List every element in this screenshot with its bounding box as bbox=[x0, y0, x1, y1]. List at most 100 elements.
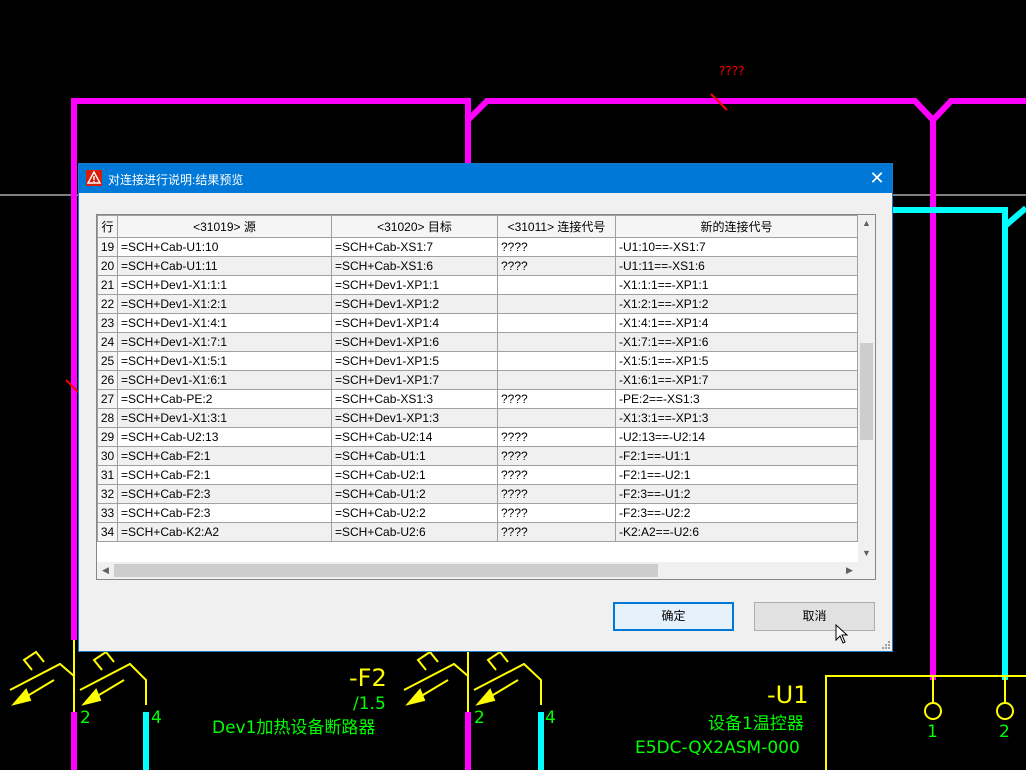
connection-code-cell[interactable] bbox=[497, 294, 616, 314]
target-cell[interactable]: =SCH+Cab-U2:2 bbox=[331, 503, 498, 523]
table-row[interactable]: 28 =SCH+Dev1-X1:3:1 =SCH+Dev1-XP1:3 -X1:3:1… bbox=[97, 408, 858, 428]
new-connection-code-cell[interactable]: -X1:3:1==-XP1:3 bbox=[615, 408, 858, 428]
row-number-cell[interactable]: 25 bbox=[97, 351, 118, 371]
connection-code-cell[interactable]: ???? bbox=[497, 237, 616, 257]
connection-code-cell[interactable]: ???? bbox=[497, 465, 616, 485]
row-number-cell[interactable]: 23 bbox=[97, 313, 118, 333]
table-row[interactable]: 22 =SCH+Dev1-X1:2:1 =SCH+Dev1-XP1:2 -X1:2:1… bbox=[97, 294, 858, 314]
vertical-scrollbar[interactable]: ▲ ▼ bbox=[858, 215, 875, 562]
row-number-cell[interactable]: 29 bbox=[97, 427, 118, 447]
resize-grip-icon[interactable] bbox=[880, 639, 890, 649]
row-number-cell[interactable]: 22 bbox=[97, 294, 118, 314]
connection-code-cell[interactable] bbox=[497, 351, 616, 371]
table-row[interactable]: 32 =SCH+Cab-F2:3 =SCH+Cab-U1:2???? -F2:3==-… bbox=[97, 484, 858, 504]
connection-code-cell[interactable] bbox=[497, 313, 616, 333]
row-number-cell[interactable]: 30 bbox=[97, 446, 118, 466]
source-cell[interactable]: =SCH+Cab-F2:3 bbox=[117, 503, 332, 523]
u1-terminal-2[interactable] bbox=[996, 702, 1014, 720]
source-cell[interactable]: =SCH+Cab-K2:A2 bbox=[117, 522, 332, 542]
col-header-new-connection-code[interactable]: 新的连接代号 bbox=[615, 215, 858, 238]
row-number-cell[interactable]: 20 bbox=[97, 256, 118, 276]
table-row[interactable]: 34 =SCH+Cab-K2:A2 =SCH+Cab-U2:6???? -K2:A2=… bbox=[97, 522, 858, 542]
close-button[interactable]: ✕ bbox=[862, 164, 892, 193]
col-header-target[interactable]: <31020> 目标 bbox=[331, 215, 498, 238]
source-cell[interactable]: =SCH+Cab-U1:11 bbox=[117, 256, 332, 276]
u1-terminal-1[interactable] bbox=[924, 702, 942, 720]
source-cell[interactable]: =SCH+Cab-F2:1 bbox=[117, 465, 332, 485]
row-number-cell[interactable]: 24 bbox=[97, 332, 118, 352]
new-connection-code-cell[interactable]: -U2:13==-U2:14 bbox=[615, 427, 858, 447]
vertical-scroll-thumb[interactable] bbox=[860, 343, 873, 440]
row-number-cell[interactable]: 19 bbox=[97, 237, 118, 257]
table-row[interactable]: 21 =SCH+Dev1-X1:1:1 =SCH+Dev1-XP1:1 -X1:1:1… bbox=[97, 275, 858, 295]
connection-code-cell[interactable]: ???? bbox=[497, 256, 616, 276]
horizontal-scroll-thumb[interactable] bbox=[114, 564, 658, 577]
row-number-cell[interactable]: 34 bbox=[97, 522, 118, 542]
target-cell[interactable]: =SCH+Cab-U2:6 bbox=[331, 522, 498, 542]
target-cell[interactable]: =SCH+Dev1-XP1:6 bbox=[331, 332, 498, 352]
source-cell[interactable]: =SCH+Dev1-X1:1:1 bbox=[117, 275, 332, 295]
source-cell[interactable]: =SCH+Dev1-X1:3:1 bbox=[117, 408, 332, 428]
connection-code-cell[interactable]: ???? bbox=[497, 522, 616, 542]
source-cell[interactable]: =SCH+Cab-PE:2 bbox=[117, 389, 332, 409]
row-number-cell[interactable]: 28 bbox=[97, 408, 118, 428]
target-cell[interactable]: =SCH+Dev1-XP1:5 bbox=[331, 351, 498, 371]
source-cell[interactable]: =SCH+Cab-U2:13 bbox=[117, 427, 332, 447]
target-cell[interactable]: =SCH+Cab-XS1:7 bbox=[331, 237, 498, 257]
table-row[interactable]: 29 =SCH+Cab-U2:13 =SCH+Cab-U2:14???? -U2:13… bbox=[97, 427, 858, 447]
target-cell[interactable]: =SCH+Dev1-XP1:3 bbox=[331, 408, 498, 428]
cancel-button[interactable]: 取消 bbox=[754, 602, 875, 631]
new-connection-code-cell[interactable]: -U1:11==-XS1:6 bbox=[615, 256, 858, 276]
new-connection-code-cell[interactable]: -X1:1:1==-XP1:1 bbox=[615, 275, 858, 295]
connection-code-cell[interactable]: ???? bbox=[497, 503, 616, 523]
target-cell[interactable]: =SCH+Cab-U2:1 bbox=[331, 465, 498, 485]
new-connection-code-cell[interactable]: -PE:2==-XS1:3 bbox=[615, 389, 858, 409]
col-header-connection-code[interactable]: <31011> 连接代号 bbox=[497, 215, 616, 238]
scroll-right-arrow-icon[interactable]: ▶ bbox=[841, 562, 858, 579]
source-cell[interactable]: =SCH+Dev1-X1:5:1 bbox=[117, 351, 332, 371]
target-cell[interactable]: =SCH+Cab-U1:1 bbox=[331, 446, 498, 466]
connection-code-cell[interactable] bbox=[497, 275, 616, 295]
scroll-left-arrow-icon[interactable]: ◀ bbox=[97, 562, 114, 579]
new-connection-code-cell[interactable]: -F2:1==-U2:1 bbox=[615, 465, 858, 485]
source-cell[interactable]: =SCH+Cab-F2:3 bbox=[117, 484, 332, 504]
target-cell[interactable]: =SCH+Cab-XS1:3 bbox=[331, 389, 498, 409]
row-number-cell[interactable]: 26 bbox=[97, 370, 118, 390]
new-connection-code-cell[interactable]: -K2:A2==-U2:6 bbox=[615, 522, 858, 542]
table-row[interactable]: 24 =SCH+Dev1-X1:7:1 =SCH+Dev1-XP1:6 -X1:7:1… bbox=[97, 332, 858, 352]
table-row[interactable]: 26 =SCH+Dev1-X1:6:1 =SCH+Dev1-XP1:7 -X1:6:1… bbox=[97, 370, 858, 390]
row-number-cell[interactable]: 21 bbox=[97, 275, 118, 295]
table-row[interactable]: 23 =SCH+Dev1-X1:4:1 =SCH+Dev1-XP1:4 -X1:4:1… bbox=[97, 313, 858, 333]
col-header-source[interactable]: <31019> 源 bbox=[117, 215, 332, 238]
new-connection-code-cell[interactable]: -X1:4:1==-XP1:4 bbox=[615, 313, 858, 333]
target-cell[interactable]: =SCH+Dev1-XP1:2 bbox=[331, 294, 498, 314]
source-cell[interactable]: =SCH+Dev1-X1:2:1 bbox=[117, 294, 332, 314]
source-cell[interactable]: =SCH+Cab-F2:1 bbox=[117, 446, 332, 466]
row-number-cell[interactable]: 27 bbox=[97, 389, 118, 409]
connection-code-cell[interactable]: ???? bbox=[497, 389, 616, 409]
new-connection-code-cell[interactable]: -F2:3==-U2:2 bbox=[615, 503, 858, 523]
scroll-up-arrow-icon[interactable]: ▲ bbox=[858, 215, 875, 232]
target-cell[interactable]: =SCH+Cab-U1:2 bbox=[331, 484, 498, 504]
new-connection-code-cell[interactable]: -X1:7:1==-XP1:6 bbox=[615, 332, 858, 352]
preview-grid[interactable]: 行 <31019> 源 <31020> 目标 <31011> 连接代号 新的连接… bbox=[96, 214, 876, 580]
new-connection-code-cell[interactable]: -X1:5:1==-XP1:5 bbox=[615, 351, 858, 371]
source-cell[interactable]: =SCH+Cab-U1:10 bbox=[117, 237, 332, 257]
new-connection-code-cell[interactable]: -F2:3==-U1:2 bbox=[615, 484, 858, 504]
source-cell[interactable]: =SCH+Dev1-X1:6:1 bbox=[117, 370, 332, 390]
connection-code-cell[interactable]: ???? bbox=[497, 484, 616, 504]
table-row[interactable]: 30 =SCH+Cab-F2:1 =SCH+Cab-U1:1???? -F2:1==-… bbox=[97, 446, 858, 466]
connection-code-cell[interactable]: ???? bbox=[497, 446, 616, 466]
connection-code-cell[interactable] bbox=[497, 332, 616, 352]
row-number-cell[interactable]: 32 bbox=[97, 484, 118, 504]
col-header-row-number[interactable]: 行 bbox=[97, 215, 118, 238]
connection-code-cell[interactable] bbox=[497, 370, 616, 390]
table-row[interactable]: 31 =SCH+Cab-F2:1 =SCH+Cab-U2:1???? -F2:1==-… bbox=[97, 465, 858, 485]
table-row[interactable]: 27 =SCH+Cab-PE:2 =SCH+Cab-XS1:3???? -PE:2==… bbox=[97, 389, 858, 409]
new-connection-code-cell[interactable]: -U1:10==-XS1:7 bbox=[615, 237, 858, 257]
connection-code-cell[interactable]: ???? bbox=[497, 427, 616, 447]
row-number-cell[interactable]: 33 bbox=[97, 503, 118, 523]
row-number-cell[interactable]: 31 bbox=[97, 465, 118, 485]
dialog-title-bar[interactable]: 对连接进行说明:结果预览 ✕ bbox=[79, 164, 892, 193]
target-cell[interactable]: =SCH+Dev1-XP1:1 bbox=[331, 275, 498, 295]
